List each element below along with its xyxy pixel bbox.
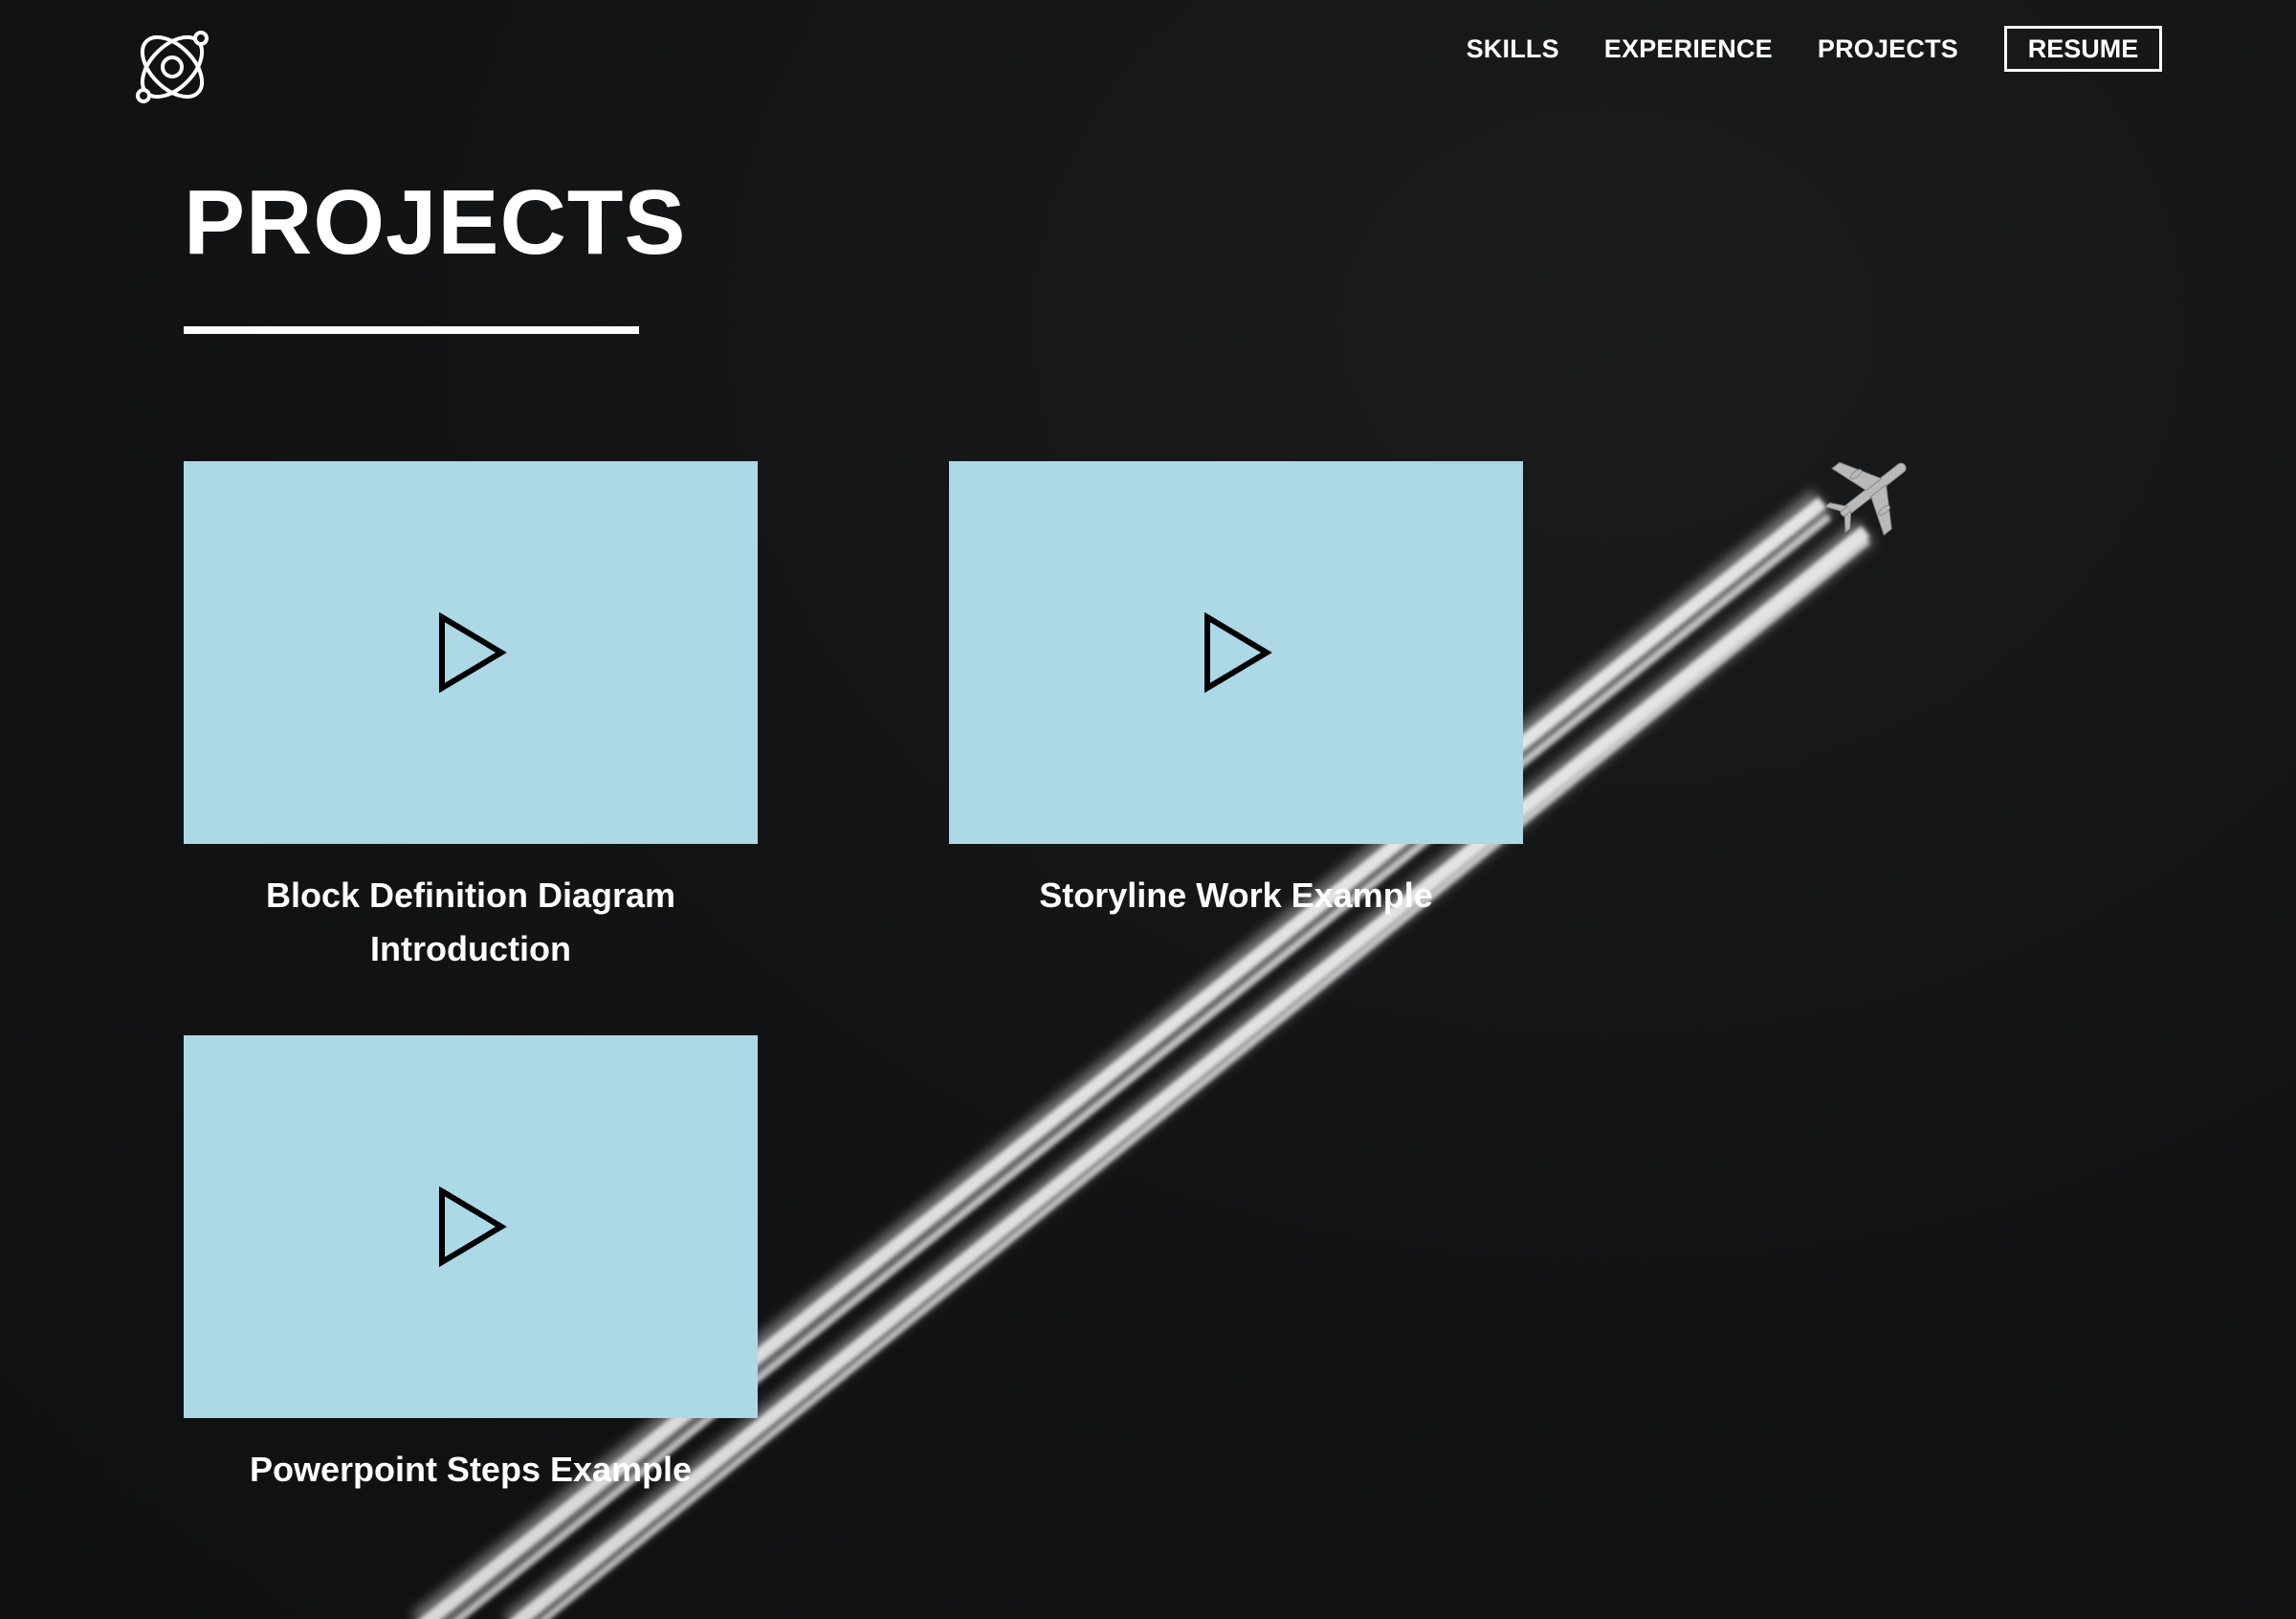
- play-icon: [1204, 611, 1272, 694]
- atom-orbit-icon[interactable]: [132, 27, 212, 107]
- nav-link-experience[interactable]: EXPERIENCE: [1604, 34, 1773, 64]
- project-video-thumbnail[interactable]: [949, 461, 1523, 844]
- play-icon: [439, 1186, 507, 1268]
- project-card: Block Definition Diagram Introduction: [184, 461, 758, 976]
- page-title: PROJECTS: [184, 171, 687, 274]
- project-title[interactable]: Storyline Work Example: [949, 869, 1523, 922]
- project-card: Powerpoint Steps Example: [184, 1035, 758, 1497]
- project-title[interactable]: Powerpoint Steps Example: [184, 1443, 758, 1497]
- project-video-thumbnail[interactable]: [184, 461, 758, 844]
- project-title[interactable]: Block Definition Diagram Introduction: [184, 869, 758, 976]
- nav-link-projects[interactable]: PROJECTS: [1818, 34, 1958, 64]
- resume-button[interactable]: RESUME: [2004, 26, 2162, 72]
- title-underline: [184, 326, 639, 334]
- top-nav: SKILLS EXPERIENCE PROJECTS RESUME: [1422, 23, 2162, 75]
- play-icon: [439, 611, 507, 694]
- nav-link-skills[interactable]: SKILLS: [1467, 34, 1559, 64]
- project-card: Storyline Work Example: [949, 461, 1523, 922]
- project-video-thumbnail[interactable]: [184, 1035, 758, 1418]
- page: SKILLS EXPERIENCE PROJECTS RESUME PROJEC…: [0, 0, 2296, 1619]
